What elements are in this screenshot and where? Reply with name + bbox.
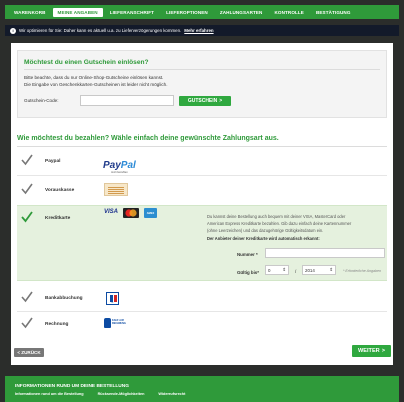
paypal-logo-part2: Pal xyxy=(120,160,136,171)
creditcard-info-line-3: (ohne Leerzeichen) und das dazugehörige … xyxy=(207,228,324,234)
divider xyxy=(17,311,387,312)
visa-logo: VISA xyxy=(104,209,119,215)
expiry-year-select[interactable]: 2014 ⇕ xyxy=(302,265,336,275)
footer-links: Informationen rund um die Bestellung Rüc… xyxy=(15,392,185,396)
divider xyxy=(17,146,387,147)
ec-logo: ec xyxy=(106,292,119,305)
ec-logo-bar-red xyxy=(114,295,117,302)
nav-step-meine-angaben[interactable]: MEINE ANGABEN xyxy=(52,7,103,17)
notice-more-link[interactable]: Mehr erfahren xyxy=(184,28,213,33)
voucher-title: Möchtest du einen Gutschein einlösen? xyxy=(24,59,149,66)
payment-label-rechnung: Rechnung xyxy=(45,322,69,327)
back-button[interactable]: < ZURÜCK xyxy=(14,348,44,357)
expiry-month-value: 0 xyxy=(268,267,271,273)
next-button[interactable]: WEITER > xyxy=(352,345,391,357)
rechnung-logo-text: KAUF AUF RECHNUNG xyxy=(112,319,126,325)
payment-label-paypal: Paypal xyxy=(45,159,61,164)
voucher-info-line-2: Die Eingabe von Geschenkkarten-Gutschein… xyxy=(24,82,168,87)
mastercard-logo xyxy=(123,208,139,218)
checkmark-icon xyxy=(21,211,33,223)
checkmark-icon xyxy=(21,154,33,166)
next-button-label: WEITER xyxy=(357,348,380,354)
nav-step-warenkorb[interactable]: WARENKORB xyxy=(9,8,51,17)
date-separator: / xyxy=(295,269,297,274)
paypal-logo-part1: Pay xyxy=(103,160,121,171)
card-number-input[interactable] xyxy=(265,248,385,258)
info-icon: i xyxy=(10,27,16,34)
select-arrows-icon: ⇕ xyxy=(329,267,333,272)
amex-logo: AMEX xyxy=(144,208,157,218)
nav-step-bestaetigung[interactable]: BESTÄTIGUNG xyxy=(311,8,356,17)
payment-option-vorauskasse[interactable]: Vorauskasse xyxy=(17,178,387,202)
creditcard-info: Du kannst deine Bestellung auch bequem m… xyxy=(207,213,382,242)
nav-step-lieferoptionen[interactable]: LIEFEROPTIONEN xyxy=(161,8,213,17)
nav-step-zahlungsarten[interactable]: ZAHLUNGSARTEN xyxy=(215,8,268,17)
payment-label-bankabbuchung: Bankabbuchung xyxy=(45,296,83,301)
checkmark-icon xyxy=(21,183,33,195)
required-note: * Erforderliche Angaben xyxy=(343,269,382,273)
valid-until-label: Gültig bis* xyxy=(237,270,259,275)
checkout-panel: Möchtest du einen Gutschein einlösen? Bi… xyxy=(11,43,393,365)
payment-title: Wie möchtest du bezahlen? Wähle einfach … xyxy=(17,135,279,142)
notice-text: Wir optimieren für Sie: Daher kann es ak… xyxy=(19,28,182,33)
payment-option-paypal[interactable]: Paypal xyxy=(17,151,387,173)
ec-logo-text: ec xyxy=(111,302,114,304)
footer-link-bestellung[interactable]: Informationen rund um die Bestellung xyxy=(15,392,84,396)
redeem-voucher-button[interactable]: GUTSCHEIN > xyxy=(179,96,231,106)
chevron-right-icon: > xyxy=(381,348,386,354)
creditcard-info-line-2: American Express Kreditkarte bezahlen. G… xyxy=(207,221,352,227)
footer-title: INFORMATIONEN RUND UM DEINE BESTELLUNG xyxy=(15,384,129,389)
redeem-voucher-label: GUTSCHEIN xyxy=(187,98,218,104)
vorkasse-logo xyxy=(104,183,128,196)
rechnung-logo: KAUF AUF RECHNUNG xyxy=(104,317,131,329)
select-arrows-icon: ⇕ xyxy=(282,267,286,272)
divider xyxy=(24,69,380,70)
voucher-code-input[interactable] xyxy=(80,95,174,106)
voucher-code-label: Gutschein-Code: xyxy=(24,98,59,103)
checkmark-icon xyxy=(21,291,33,303)
ec-logo-bar-blue xyxy=(110,295,113,302)
creditcard-info-line-1: Du kannst deine Bestellung auch bequem m… xyxy=(207,214,346,219)
divider xyxy=(17,175,387,176)
footer-link-ruecksendung[interactable]: Rücksende-Möglichkeiten xyxy=(98,392,145,396)
footer: INFORMATIONEN RUND UM DEINE BESTELLUNG I… xyxy=(5,376,399,402)
hand-icon xyxy=(104,318,111,328)
checkmark-icon xyxy=(21,317,33,329)
paypal-logo: PayPal xyxy=(103,160,136,171)
paypal-logo-sub: Jetzt bezahlen xyxy=(111,171,128,174)
payment-option-rechnung[interactable]: Rechnung xyxy=(17,313,387,335)
payment-option-bankabbuchung[interactable]: Bankabbuchung xyxy=(17,287,387,309)
checkout-steps-nav: WARENKORB MEINE ANGABEN LIEFERANSCHRIFT … xyxy=(5,5,399,19)
nav-step-lieferanschrift[interactable]: LIEFERANSCHRIFT xyxy=(105,8,159,17)
payment-label-vorauskasse: Vorauskasse xyxy=(45,188,75,193)
expiry-year-value: 2014 xyxy=(305,267,315,273)
expiry-month-select[interactable]: 0 ⇕ xyxy=(265,265,289,275)
creditcard-info-line-4: Der Anbieter deiner Kreditkarte wird aut… xyxy=(207,235,320,241)
chevron-right-icon: > xyxy=(219,98,223,104)
card-number-label: Nummer * xyxy=(237,252,258,257)
voucher-box: Möchtest du einen Gutschein einlösen? Bi… xyxy=(17,50,387,118)
footer-link-widerruf[interactable]: Widerrufsrecht xyxy=(158,392,185,396)
payment-label-kreditkarte: Kreditkarte xyxy=(45,216,71,221)
notice-bar: i Wir optimieren für Sie: Daher kann es … xyxy=(5,25,399,36)
voucher-info-line-1: Bitte beachte, dass du nur Online-Shop-G… xyxy=(24,75,164,80)
nav-step-kontrolle[interactable]: KONTROLLE xyxy=(269,8,308,17)
